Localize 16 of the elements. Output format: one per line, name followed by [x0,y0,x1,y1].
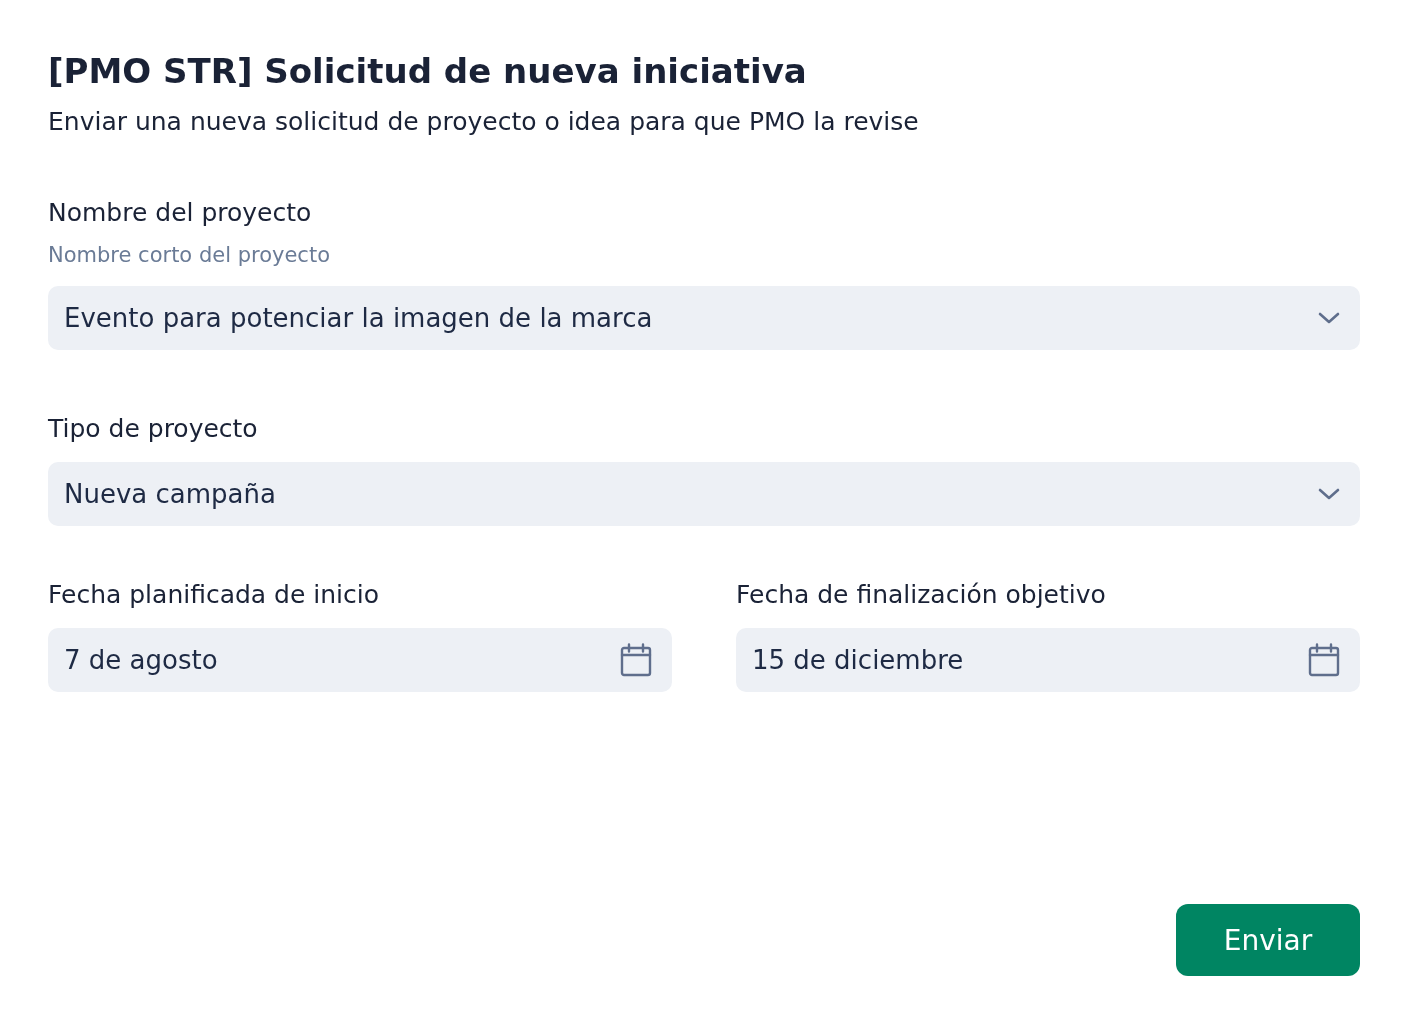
chevron-down-icon [1318,311,1340,325]
field-hint: Nombre corto del proyecto [48,242,331,268]
form-title: [PMO STR] Solicitud de nueva iniciativa [48,50,808,93]
calendar-icon [1308,643,1340,677]
field-label: Nombre del proyecto [48,198,313,228]
field-label: Fecha de finalización objetivo [736,580,1107,610]
field-label: Fecha planificada de inicio [48,580,381,610]
date-field[interactable]: 7 de agosto [48,628,672,692]
date-field[interactable]: 15 de diciembre [736,628,1360,692]
dropdown-field[interactable]: Evento para potenciar la imagen de la marca [48,286,1360,350]
field-label: Tipo de proyecto [48,414,259,444]
submit-button[interactable]: Enviar [1176,904,1360,976]
dropdown-field[interactable]: Nueva campaña [48,462,1360,526]
chevron-down-icon [1318,487,1340,501]
form-description: Enviar una nueva solicitud de proyecto o idea para que PMO la revise [48,106,920,138]
calendar-icon [620,643,652,677]
